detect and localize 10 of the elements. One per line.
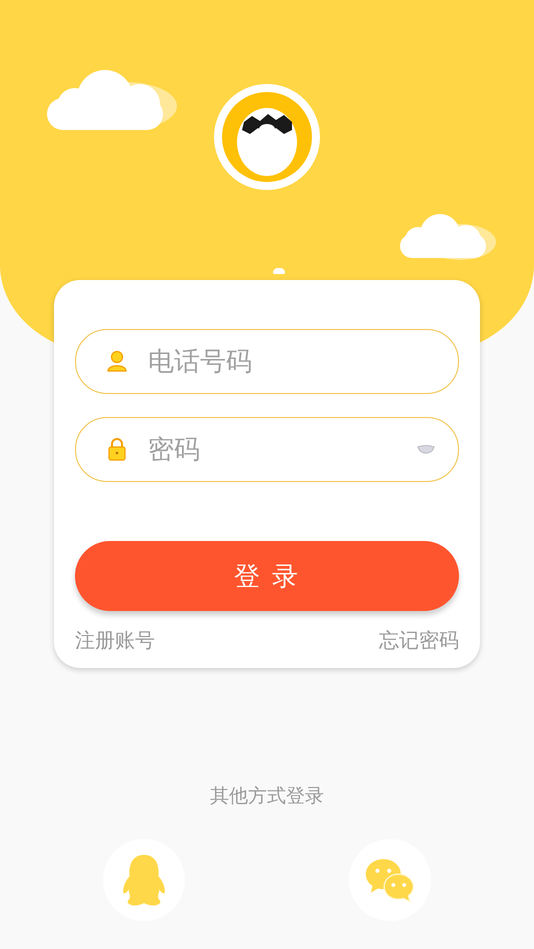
cloud-icon — [398, 212, 498, 262]
register-link[interactable]: 注册账号 — [75, 627, 155, 654]
phone-field[interactable]: 电话号码 — [75, 329, 459, 394]
avatar-icon — [214, 84, 320, 190]
password-field[interactable]: 密码 — [75, 417, 459, 482]
user-icon — [105, 349, 129, 373]
forgot-password-link[interactable]: 忘记密码 — [379, 627, 459, 654]
eye-icon[interactable] — [417, 445, 435, 454]
login-button[interactable]: 登 录 — [75, 541, 459, 611]
other-login-label: 其他方式登录 — [210, 784, 324, 809]
